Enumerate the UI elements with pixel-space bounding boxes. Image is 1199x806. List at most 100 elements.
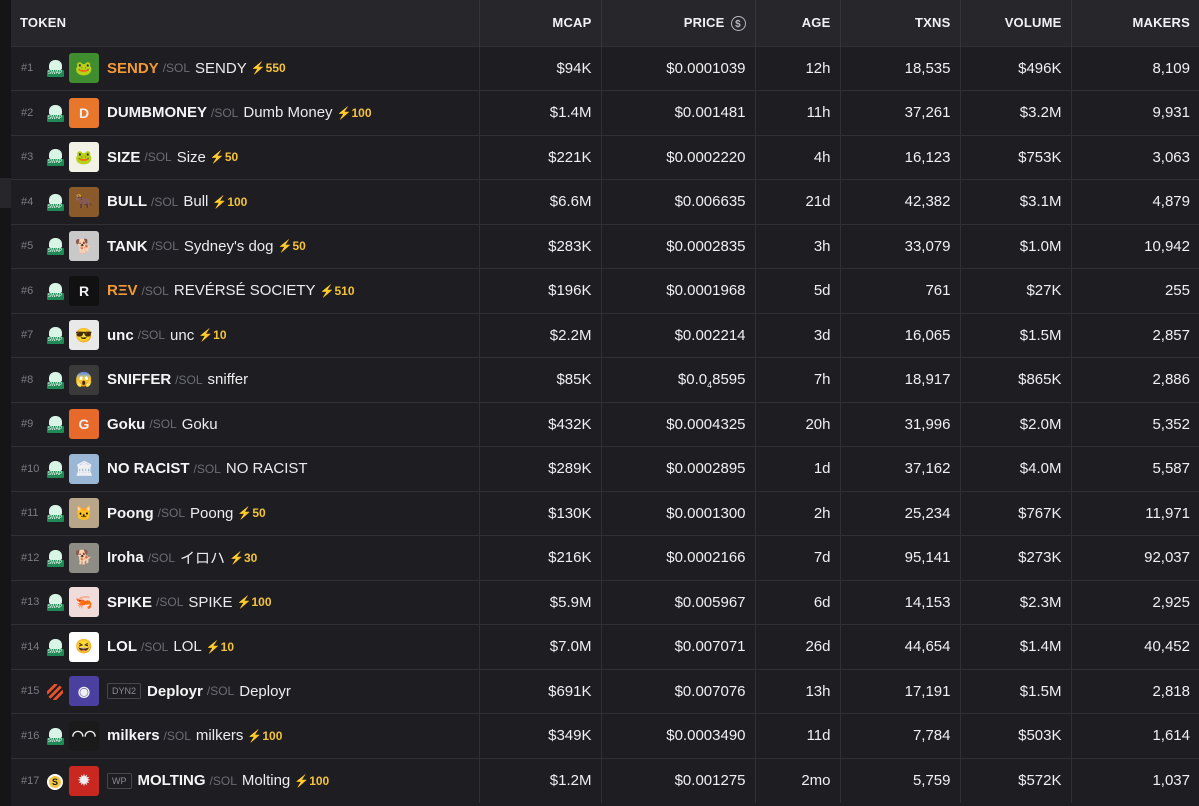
column-header-makers[interactable]: MAKERS — [1071, 0, 1199, 46]
table-row[interactable]: #6 SWAP R RΞV /SOL REVÉRSÉ SOCIETY ⚡510 … — [11, 268, 1199, 313]
gold-coin-icon: S — [46, 772, 64, 790]
price-cell: $0.0003490 — [601, 713, 756, 758]
boost-badge[interactable]: ⚡100 — [247, 729, 282, 743]
boost-badge[interactable]: ⚡100 — [337, 106, 372, 120]
boost-badge[interactable]: ⚡30 — [229, 551, 257, 565]
column-header-token[interactable]: TOKEN — [11, 0, 480, 46]
makers-cell: 92,037 — [1144, 549, 1190, 567]
token-table: TOKEN MCAP PRICE $ AGE TXNS VOLUME MAKERS… — [11, 0, 1199, 803]
volume-cell: $503K — [960, 713, 1072, 758]
table-row[interactable]: #16 SWAP ◠◠ milkers /SOL milkers ⚡100 $3… — [11, 713, 1199, 758]
boost-badge[interactable]: ⚡550 — [251, 61, 286, 75]
boost-badge[interactable]: ⚡10 — [206, 640, 234, 654]
table-row[interactable]: #5 SWAP 🐕 TANK /SOL Sydney's dog ⚡50 $28… — [11, 224, 1199, 269]
token-cell[interactable]: #5 SWAP 🐕 TANK /SOL Sydney's dog ⚡50 — [11, 224, 480, 269]
column-header-txns[interactable]: TXNS — [840, 0, 961, 46]
token-cell[interactable]: #13 SWAP 🦐 SPIKE /SOL SPIKE ⚡100 — [11, 580, 480, 625]
txns-cell: 37,162 — [840, 446, 961, 491]
volume-cell: $496K — [960, 46, 1072, 91]
raydium-swap-icon: SWAP — [46, 638, 64, 656]
token-cell[interactable]: #17 S ✹ WP MOLTING /SOL Molting ⚡100 — [11, 758, 480, 803]
table-row[interactable]: #1 SWAP 🐸 SENDY /SOL SENDY ⚡550 $94K $0.… — [11, 46, 1199, 91]
volume-cell: $753K — [960, 135, 1072, 180]
mcap-cell: $5.9M — [479, 580, 602, 625]
token-cell[interactable]: #10 SWAP 🏛 NO RACIST /SOL NO RACIST — [11, 446, 480, 491]
mcap-cell: $130K — [479, 491, 602, 536]
token-cell[interactable]: #1 SWAP 🐸 SENDY /SOL SENDY ⚡550 — [11, 46, 480, 91]
boost-badge[interactable]: ⚡50 — [237, 506, 265, 520]
volume-cell: $27K — [960, 268, 1072, 313]
table-row[interactable]: #12 SWAP 🐕 Iroha /SOL イロハ ⚡30 $216K $0.0… — [11, 535, 1199, 580]
boost-badge[interactable]: ⚡100 — [294, 774, 329, 788]
token-name: Molting — [241, 772, 291, 789]
dollar-circle-icon[interactable]: $ — [730, 15, 746, 31]
token-cell[interactable]: #15 ◉ DYN2 Deployr /SOL Deployr — [11, 669, 480, 714]
table-row[interactable]: #3 SWAP 🐸 SIZE /SOL Size ⚡50 $221K $0.00… — [11, 135, 1199, 180]
token-cell[interactable]: #9 SWAP G Goku /SOL Goku — [11, 402, 480, 447]
boost-badge[interactable]: ⚡100 — [212, 195, 247, 209]
token-cell[interactable]: #6 SWAP R RΞV /SOL REVÉRSÉ SOCIETY ⚡510 — [11, 268, 480, 313]
boost-badge[interactable]: ⚡50 — [278, 239, 306, 253]
volume-cell: $1.5M — [960, 669, 1072, 714]
token-cell[interactable]: #12 SWAP 🐕 Iroha /SOL イロハ ⚡30 — [11, 535, 480, 580]
age-cell: 11h — [755, 90, 841, 135]
age-cell: 26d — [755, 624, 841, 669]
makers-cell: 2,925 — [1152, 593, 1190, 611]
raydium-swap-icon: SWAP — [46, 593, 64, 612]
table-row[interactable]: #15 ◉ DYN2 Deployr /SOL Deployr $691K $0… — [11, 669, 1199, 714]
token-name: sniffer — [207, 371, 249, 389]
table-row[interactable]: #13 SWAP 🦐 SPIKE /SOL SPIKE ⚡100 $5.9M $… — [11, 580, 1199, 625]
token-cell[interactable]: #16 SWAP ◠◠ milkers /SOL milkers ⚡100 — [11, 713, 480, 758]
table-row[interactable]: #14 SWAP 😆 LOL /SOL LOL ⚡10 $7.0M $0.007… — [11, 624, 1199, 669]
table-row[interactable]: #11 SWAP 🐱 Poong /SOL Poong ⚡50 $130K $0… — [11, 491, 1199, 536]
age-cell: 13h — [755, 669, 841, 714]
token-name: イロハ — [180, 550, 226, 568]
chain-label: /SOL — [149, 417, 177, 432]
column-header-price[interactable]: PRICE $ — [601, 0, 756, 46]
token-cell[interactable]: #8 SWAP 😱 SNIFFER /SOL sniffer — [11, 357, 480, 402]
mcap-cell: $349K — [479, 713, 602, 758]
txns-cell: 42,382 — [840, 179, 961, 224]
token-cell[interactable]: #7 SWAP 😎 unc /SOL unc ⚡10 — [11, 313, 480, 358]
mcap-cell: $94K — [479, 46, 602, 91]
table-row[interactable]: #9 SWAP G Goku /SOL Goku $432K $0.000432… — [11, 402, 1199, 447]
token-cell[interactable]: #14 SWAP 😆 LOL /SOL LOL ⚡10 — [11, 624, 480, 669]
volume-cell: $2.0M — [960, 402, 1072, 447]
age-cell: 20h — [755, 402, 841, 447]
mcap-cell: $432K — [479, 402, 602, 447]
raydium-swap-icon: SWAP — [46, 727, 64, 745]
price-header-label: PRICE — [683, 14, 725, 30]
txns-cell: 95,141 — [840, 535, 961, 580]
table-row[interactable]: #17 S ✹ WP MOLTING /SOL Molting ⚡100 $1.… — [11, 758, 1199, 803]
makers-cell: 2,886 — [1152, 371, 1190, 389]
token-symbol: TANK — [107, 237, 148, 255]
mcap-cell: $85K — [479, 357, 602, 402]
boost-badge[interactable]: ⚡510 — [320, 284, 355, 298]
column-header-volume[interactable]: VOLUME — [960, 0, 1072, 46]
mcap-cell: $2.2M — [479, 313, 602, 358]
boost-badge[interactable]: ⚡100 — [237, 595, 272, 609]
token-name: unc — [170, 326, 195, 344]
chain-label: /SOL — [147, 550, 176, 565]
rank-label: #17 — [21, 774, 40, 787]
token-symbol: RΞV — [107, 282, 138, 300]
token-cell[interactable]: #4 SWAP 🐂 BULL /SOL Bull ⚡100 — [11, 179, 480, 224]
volume-cell: $767K — [960, 491, 1072, 536]
token-cell[interactable]: #11 SWAP 🐱 Poong /SOL Poong ⚡50 — [11, 491, 480, 536]
price-cell: $0.0002220 — [601, 135, 756, 180]
token-cell[interactable]: #2 SWAP D DUMBMONEY /SOL Dumb Money ⚡100 — [11, 90, 480, 135]
column-header-age[interactable]: AGE — [755, 0, 841, 46]
rank-label: #16 — [21, 729, 40, 742]
table-row[interactable]: #4 SWAP 🐂 BULL /SOL Bull ⚡100 $6.6M $0.0… — [11, 179, 1199, 224]
boost-badge[interactable]: ⚡10 — [198, 328, 226, 342]
token-symbol: milkers — [107, 727, 160, 745]
table-row[interactable]: #10 SWAP 🏛 NO RACIST /SOL NO RACIST $289… — [11, 446, 1199, 491]
token-table-container[interactable]: TOKEN MCAP PRICE $ AGE TXNS VOLUME MAKERS… — [11, 0, 1199, 806]
table-row[interactable]: #8 SWAP 😱 SNIFFER /SOL sniffer $85K $0.0… — [11, 357, 1199, 402]
token-cell[interactable]: #3 SWAP 🐸 SIZE /SOL Size ⚡50 — [11, 135, 480, 180]
volume-cell: $865K — [960, 357, 1072, 402]
table-row[interactable]: #7 SWAP 😎 unc /SOL unc ⚡10 $2.2M $0.0022… — [11, 313, 1199, 358]
table-row[interactable]: #2 SWAP D DUMBMONEY /SOL Dumb Money ⚡100… — [11, 90, 1199, 135]
boost-badge[interactable]: ⚡50 — [210, 150, 238, 164]
column-header-mcap[interactable]: MCAP — [479, 0, 602, 46]
